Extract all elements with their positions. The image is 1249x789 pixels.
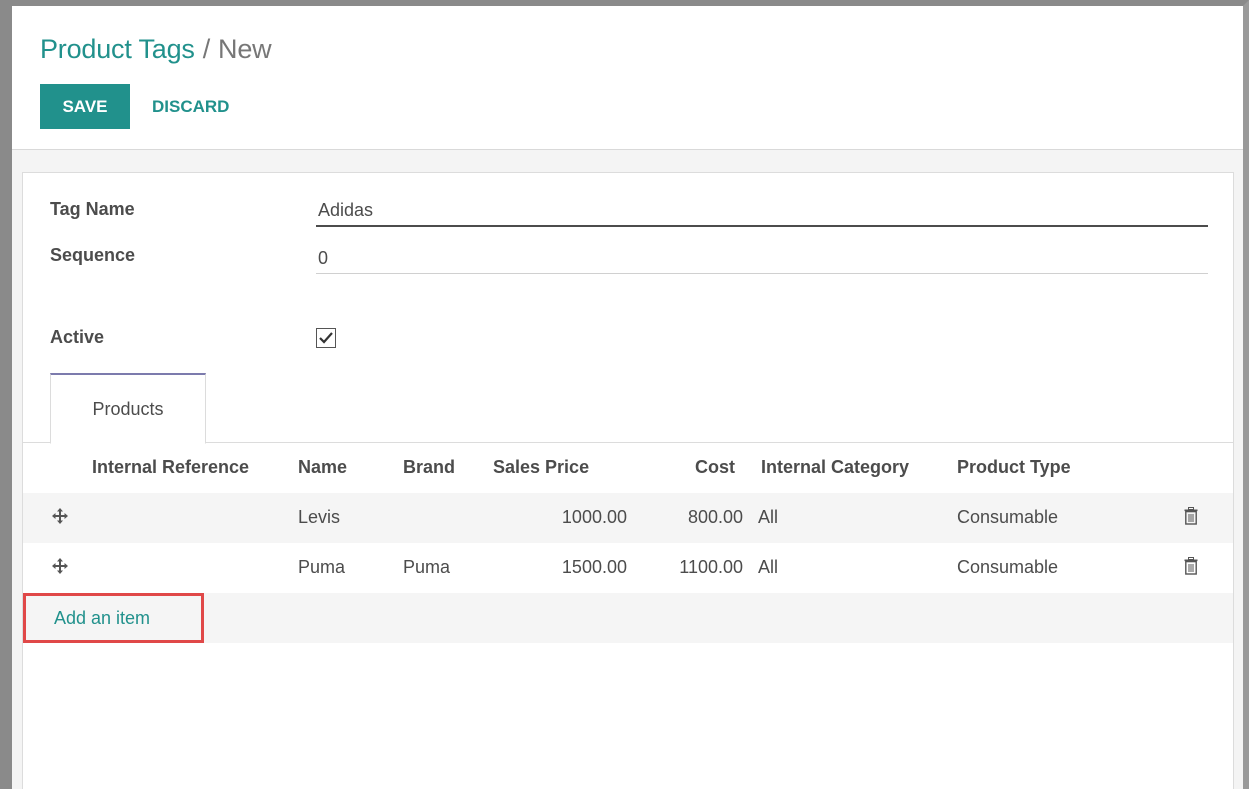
- tag-name-label: Tag Name: [50, 199, 135, 219]
- cell-sales-price: 1500.00: [561, 557, 627, 577]
- column-header-brand[interactable]: Brand: [403, 457, 455, 478]
- checkmark-icon: [319, 332, 333, 344]
- save-button[interactable]: SAVE: [40, 84, 130, 129]
- column-header-product-type[interactable]: Product Type: [957, 457, 1071, 478]
- active-label: Active: [50, 327, 105, 347]
- cell-name: Levis: [298, 507, 341, 527]
- cell-product-type: Consumable: [957, 557, 1059, 577]
- sequence-field[interactable]: 0: [318, 248, 328, 269]
- discard-button[interactable]: DISCARD: [152, 84, 229, 129]
- cell-internal-category: All: [758, 507, 779, 527]
- cell-name: Puma: [298, 557, 346, 577]
- cell-product-type: Consumable: [957, 507, 1059, 527]
- breadcrumb-parent-link[interactable]: Product Tags: [40, 34, 195, 64]
- active-checkbox[interactable]: [316, 328, 336, 348]
- tag-name-underline: [316, 225, 1208, 227]
- cell-brand: Puma: [403, 557, 451, 577]
- table-row[interactable]: Puma Puma 1500.00 1100.00 All Consumable: [23, 543, 1233, 593]
- trash-icon[interactable]: [1184, 557, 1198, 580]
- sequence-underline: [316, 273, 1208, 274]
- cell-sales-price: 1000.00: [561, 507, 627, 527]
- column-header-name[interactable]: Name: [298, 457, 347, 478]
- column-header-sales-price[interactable]: Sales Price: [493, 457, 589, 478]
- sequence-label: Sequence: [50, 245, 136, 265]
- breadcrumb: Product Tags / New: [40, 34, 272, 65]
- form-sheet: Tag Name Adidas Sequence 0 Active Produc…: [22, 172, 1234, 789]
- trash-icon[interactable]: [1184, 507, 1198, 530]
- breadcrumb-current: New: [218, 34, 272, 64]
- tab-products-label: Products: [92, 398, 164, 419]
- cell-cost: 1100.00: [679, 557, 743, 577]
- column-header-internal-reference[interactable]: Internal Reference: [92, 457, 249, 478]
- column-header-cost[interactable]: Cost: [695, 457, 735, 478]
- cell-cost: 800.00: [687, 507, 743, 527]
- add-item-row: Add an item: [23, 593, 1233, 643]
- breadcrumb-separator: /: [202, 34, 211, 64]
- column-header-internal-category[interactable]: Internal Category: [761, 457, 909, 478]
- tab-products[interactable]: Products: [50, 373, 206, 444]
- cell-internal-category: All: [758, 557, 779, 577]
- table-row[interactable]: Levis 1000.00 800.00 All Consumable: [23, 493, 1233, 543]
- add-an-item-link[interactable]: Add an item: [23, 593, 204, 643]
- move-arrows-icon[interactable]: [51, 507, 69, 530]
- tag-name-field[interactable]: Adidas: [318, 200, 373, 221]
- move-arrows-icon[interactable]: [51, 557, 69, 580]
- control-panel: Product Tags / New SAVE DISCARD: [12, 6, 1243, 150]
